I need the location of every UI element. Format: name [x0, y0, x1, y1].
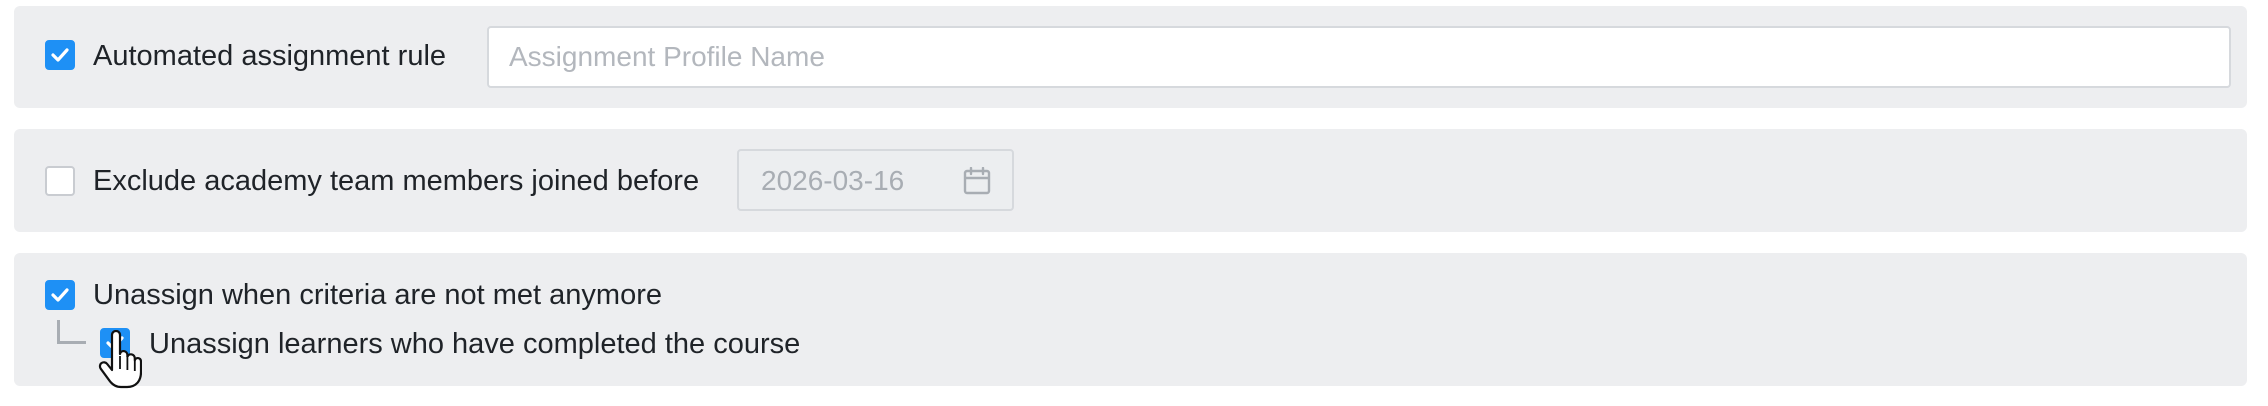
unassign-criteria-label[interactable]: Unassign when criteria are not met anymo… — [93, 278, 662, 312]
calendar-icon[interactable] — [963, 167, 991, 195]
joined-before-date-field[interactable]: 2026-03-16 — [737, 149, 1014, 211]
checkmark-icon — [51, 288, 69, 302]
tree-connector-line — [57, 320, 86, 344]
unassign-criteria-checkbox[interactable] — [45, 280, 75, 310]
automated-assignment-panel: Automated assignment rule — [14, 6, 2247, 108]
exclude-members-checkbox[interactable] — [45, 166, 75, 196]
checkmark-icon — [51, 48, 69, 62]
exclude-members-label[interactable]: Exclude academy team members joined befo… — [93, 164, 699, 198]
unassign-completed-learners-label[interactable]: Unassign learners who have completed the… — [149, 327, 800, 361]
hand-pointer-icon — [98, 330, 142, 389]
automated-assignment-label[interactable]: Automated assignment rule — [93, 39, 446, 73]
exclude-members-panel: Exclude academy team members joined befo… — [14, 129, 2247, 232]
assignment-profile-name-input[interactable] — [487, 26, 2231, 88]
unassign-panel: Unassign when criteria are not met anymo… — [14, 253, 2247, 386]
automated-assignment-checkbox[interactable] — [45, 40, 75, 70]
date-value: 2026-03-16 — [761, 165, 905, 196]
